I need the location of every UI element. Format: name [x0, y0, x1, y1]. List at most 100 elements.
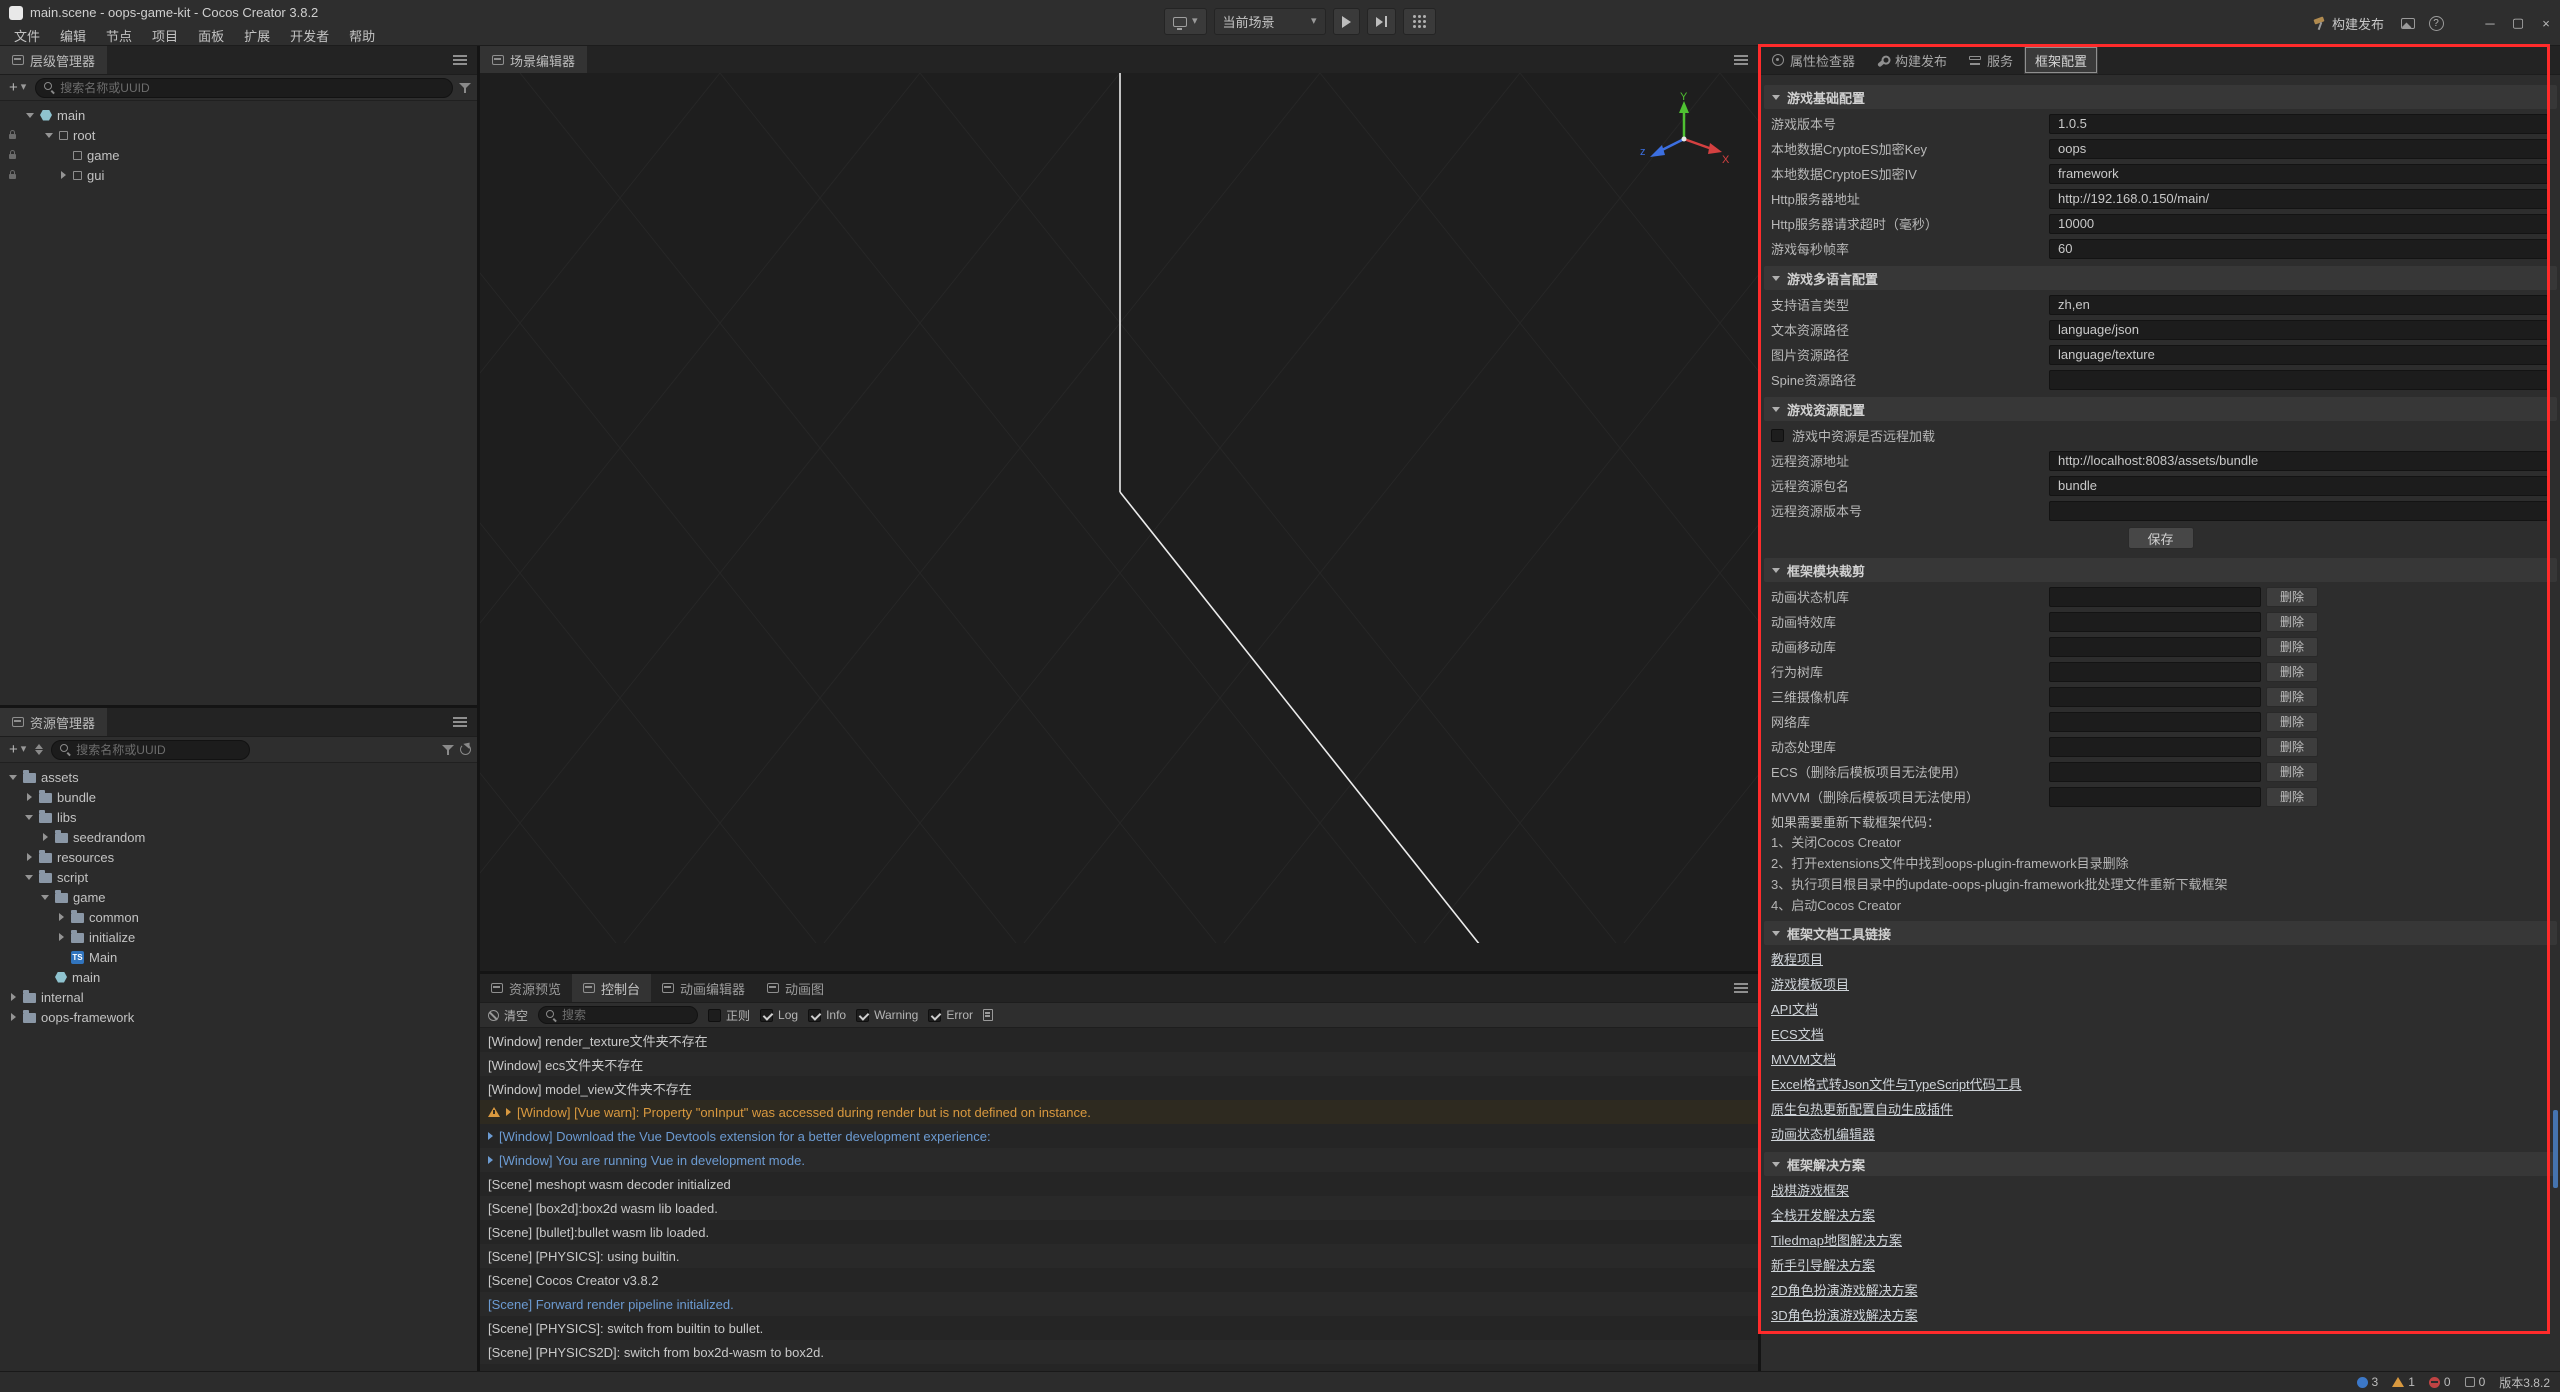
crypto-iv-input[interactable]	[2049, 164, 2548, 184]
log-row[interactable]: [Scene] [PHYSICS]: using builtin.	[480, 1244, 1758, 1268]
log-row[interactable]: [Scene] Forward render pipeline initiali…	[480, 1292, 1758, 1316]
dashboard-button[interactable]	[2394, 8, 2422, 38]
expand-arrow-icon[interactable]	[25, 875, 33, 880]
expand-chevron-icon[interactable]	[488, 1132, 493, 1140]
hierarchy-search-input[interactable]	[60, 81, 444, 95]
delete-module-button[interactable]: 删除	[2266, 787, 2318, 807]
http-timeout-input[interactable]	[2049, 214, 2548, 234]
assets-search-input[interactable]	[76, 743, 240, 757]
module-field[interactable]	[2049, 762, 2261, 782]
section-resource-config[interactable]: 游戏资源配置	[1764, 397, 2557, 421]
link-fullstack-solution[interactable]: 全栈开发解决方案	[1761, 1203, 2560, 1228]
delete-module-button[interactable]: 删除	[2266, 662, 2318, 682]
log-row[interactable]: [Scene] [PHYSICS2D]: switch from box2d-w…	[480, 1340, 1758, 1364]
asset-row-assets[interactable]: assets	[0, 767, 477, 787]
close-button[interactable]: ×	[2532, 8, 2560, 38]
collapse-logs-icon[interactable]	[983, 1009, 993, 1021]
spine-path-input[interactable]	[2049, 370, 2548, 390]
asset-row-main-ts[interactable]: TS Main	[0, 947, 477, 967]
menu-developer[interactable]: 开发者	[280, 24, 339, 46]
tree-row-gui[interactable]: gui	[0, 165, 477, 185]
error-filter[interactable]: Error	[928, 1008, 973, 1022]
expand-chevron-icon[interactable]	[488, 1156, 493, 1164]
panel-menu-icon[interactable]	[453, 59, 467, 61]
expand-arrow-icon[interactable]	[61, 171, 66, 179]
warning-checkbox[interactable]	[856, 1009, 869, 1022]
console-search-input[interactable]	[562, 1008, 690, 1022]
menu-project[interactable]: 项目	[142, 24, 188, 46]
scrollbar-thumb[interactable]	[2553, 1110, 2558, 1188]
delete-module-button[interactable]: 删除	[2266, 687, 2318, 707]
expand-arrow-icon[interactable]	[11, 1013, 16, 1021]
asset-row-game[interactable]: game	[0, 887, 477, 907]
link-mvvm-docs[interactable]: MVVM文档	[1761, 1047, 2560, 1072]
remote-bundle-input[interactable]	[2049, 476, 2548, 496]
crypto-key-input[interactable]	[2049, 139, 2548, 159]
tree-row-game[interactable]: game	[0, 145, 477, 165]
view-gizmo[interactable]: Y X z	[1638, 91, 1730, 183]
error-checkbox[interactable]	[928, 1009, 941, 1022]
delete-module-button[interactable]: 删除	[2266, 587, 2318, 607]
log-row[interactable]: [Window] You are running Vue in developm…	[480, 1148, 1758, 1172]
log-row[interactable]: [Scene] [PHYSICS]: switch from builtin t…	[480, 1316, 1758, 1340]
menu-panel[interactable]: 面板	[188, 24, 234, 46]
expand-arrow-icon[interactable]	[59, 913, 64, 921]
module-field[interactable]	[2049, 737, 2261, 757]
remote-version-input[interactable]	[2049, 501, 2548, 521]
delete-module-button[interactable]: 删除	[2266, 737, 2318, 757]
tab-property-inspector[interactable]: 属性检查器	[1761, 46, 1866, 74]
tree-row-main[interactable]: main	[0, 105, 477, 125]
lock-icon[interactable]	[9, 154, 16, 159]
console-search[interactable]	[538, 1006, 698, 1024]
current-scene-dropdown[interactable]: 当前场景 ▾	[1214, 8, 1326, 35]
info-count[interactable]: 3	[2357, 1375, 2379, 1389]
expand-arrow-icon[interactable]	[26, 113, 34, 118]
log-filter[interactable]: Log	[760, 1008, 798, 1022]
regex-checkbox[interactable]	[708, 1009, 721, 1022]
warning-count[interactable]: 1	[2392, 1375, 2415, 1389]
expand-arrow-icon[interactable]	[41, 895, 49, 900]
info-filter[interactable]: Info	[808, 1008, 846, 1022]
section-doc-links[interactable]: 框架文档工具链接	[1764, 921, 2557, 945]
lock-icon[interactable]	[9, 134, 16, 139]
filter-icon[interactable]	[442, 744, 454, 755]
panel-menu-icon[interactable]	[1734, 987, 1748, 989]
tab-asset-preview[interactable]: 资源预览	[480, 974, 572, 1002]
text-path-input[interactable]	[2049, 320, 2548, 340]
module-field[interactable]	[2049, 712, 2261, 732]
tab-build-publish[interactable]: 构建发布	[1866, 46, 1958, 74]
sort-icon[interactable]	[35, 744, 45, 755]
http-server-input[interactable]	[2049, 189, 2548, 209]
expand-chevron-icon[interactable]	[506, 1108, 511, 1116]
tab-service[interactable]: 服务	[1958, 46, 2024, 74]
error-count[interactable]: 0	[2429, 1375, 2451, 1389]
section-module-trim[interactable]: 框架模块裁剪	[1764, 558, 2557, 582]
expand-arrow-icon[interactable]	[27, 793, 32, 801]
section-language-config[interactable]: 游戏多语言配置	[1764, 266, 2557, 290]
link-tiledmap-solution[interactable]: Tiledmap地图解决方案	[1761, 1228, 2560, 1253]
minimize-button[interactable]: ─	[2476, 8, 2504, 38]
asset-row-libs[interactable]: libs	[0, 807, 477, 827]
asset-row-seedrandom[interactable]: seedrandom	[0, 827, 477, 847]
info-checkbox[interactable]	[808, 1009, 821, 1022]
module-field[interactable]	[2049, 662, 2261, 682]
warning-filter[interactable]: Warning	[856, 1008, 918, 1022]
expand-arrow-icon[interactable]	[9, 775, 17, 780]
asset-row-script[interactable]: script	[0, 867, 477, 887]
hierarchy-search[interactable]	[35, 78, 453, 98]
expand-arrow-icon[interactable]	[11, 993, 16, 1001]
delete-module-button[interactable]: 删除	[2266, 637, 2318, 657]
expand-arrow-icon[interactable]	[43, 833, 48, 841]
log-row[interactable]: [Scene] meshopt wasm decoder initialized	[480, 1172, 1758, 1196]
link-ecs-docs[interactable]: ECS文档	[1761, 1022, 2560, 1047]
log-row[interactable]: [Window] Download the Vue Devtools exten…	[480, 1124, 1758, 1148]
link-2drpg-solution[interactable]: 2D角色扮演游戏解决方案	[1761, 1278, 2560, 1303]
filter-icon[interactable]	[459, 82, 471, 93]
expand-arrow-icon[interactable]	[27, 853, 32, 861]
link-tutorial-project[interactable]: 教程项目	[1761, 947, 2560, 972]
tab-framework-config[interactable]: 框架配置	[2024, 46, 2098, 74]
refresh-icon[interactable]	[460, 744, 471, 755]
link-hotupdate-plugin[interactable]: 原生包热更新配置自动生成插件	[1761, 1097, 2560, 1122]
play-button[interactable]	[1333, 8, 1360, 35]
module-field[interactable]	[2049, 687, 2261, 707]
